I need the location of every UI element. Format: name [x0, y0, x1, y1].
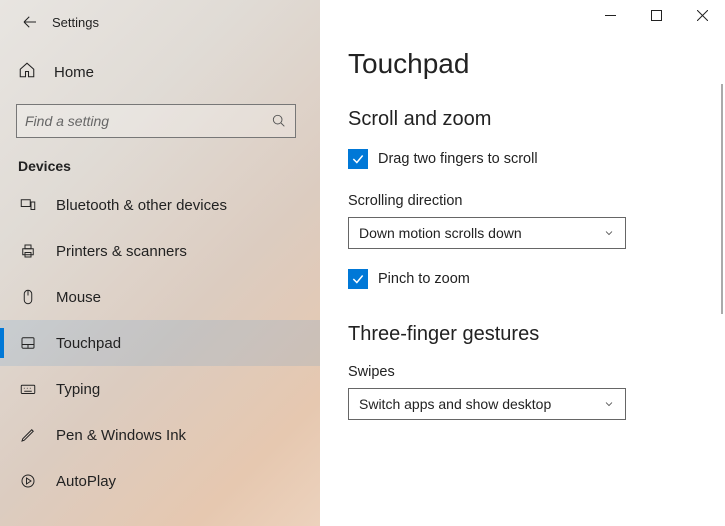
home-label: Home — [54, 64, 94, 81]
mouse-icon — [18, 287, 38, 307]
home-nav[interactable]: Home — [0, 50, 320, 94]
drag-two-fingers-checkbox[interactable]: Drag two fingers to scroll — [348, 149, 697, 169]
sidebar-item-label: Printers & scanners — [56, 243, 187, 260]
checkbox-label: Drag two fingers to scroll — [378, 151, 538, 167]
minimize-button[interactable] — [587, 0, 633, 30]
pinch-to-zoom-checkbox[interactable]: Pinch to zoom — [348, 269, 697, 289]
home-icon — [18, 61, 36, 84]
select-value: Down motion scrolls down — [359, 225, 522, 241]
devices-icon — [18, 195, 38, 215]
page-title: Touchpad — [348, 48, 697, 80]
touchpad-icon — [18, 333, 38, 353]
autoplay-icon — [18, 471, 38, 491]
sidebar-item-label: Typing — [56, 381, 100, 398]
chevron-down-icon — [603, 227, 615, 239]
section-header: Devices — [0, 138, 320, 182]
swipes-select[interactable]: Switch apps and show desktop — [348, 388, 626, 420]
arrow-left-icon — [21, 13, 39, 31]
sidebar-item-label: Mouse — [56, 289, 101, 306]
checkbox-checked-icon — [348, 269, 368, 289]
sidebar-item-label: Touchpad — [56, 335, 121, 352]
app-title: Settings — [52, 15, 99, 30]
close-button[interactable] — [679, 0, 725, 30]
scrolling-direction-select[interactable]: Down motion scrolls down — [348, 217, 626, 249]
sidebar-item-autoplay[interactable]: AutoPlay — [0, 458, 320, 504]
back-button[interactable] — [14, 6, 46, 38]
scrollbar[interactable] — [721, 84, 723, 314]
select-value: Switch apps and show desktop — [359, 396, 551, 412]
maximize-button[interactable] — [633, 0, 679, 30]
maximize-icon — [651, 10, 662, 21]
checkbox-label: Pinch to zoom — [378, 271, 470, 287]
pen-icon — [18, 425, 38, 445]
chevron-down-icon — [603, 398, 615, 410]
search-icon — [271, 113, 287, 129]
sidebar-item-mouse[interactable]: Mouse — [0, 274, 320, 320]
sidebar-item-printers[interactable]: Printers & scanners — [0, 228, 320, 274]
close-icon — [697, 10, 708, 21]
sidebar: Settings Home Devices Bluetooth & other … — [0, 0, 320, 526]
sidebar-item-bluetooth[interactable]: Bluetooth & other devices — [0, 182, 320, 228]
main-panel: Touchpad Scroll and zoom Drag two finger… — [320, 0, 725, 526]
sidebar-item-touchpad[interactable]: Touchpad — [0, 320, 320, 366]
scrolling-direction-label: Scrolling direction — [348, 193, 697, 209]
sidebar-item-pen[interactable]: Pen & Windows Ink — [0, 412, 320, 458]
sidebar-item-label: Bluetooth & other devices — [56, 197, 227, 214]
printer-icon — [18, 241, 38, 261]
minimize-icon — [605, 10, 616, 21]
window-controls — [587, 0, 725, 30]
keyboard-icon — [18, 379, 38, 399]
search-input[interactable] — [25, 113, 271, 129]
sidebar-item-label: AutoPlay — [56, 473, 116, 490]
section-three-finger-heading: Three-finger gestures — [348, 323, 697, 346]
swipes-label: Swipes — [348, 364, 697, 380]
section-scroll-zoom-heading: Scroll and zoom — [348, 108, 697, 131]
sidebar-item-label: Pen & Windows Ink — [56, 427, 186, 444]
checkbox-checked-icon — [348, 149, 368, 169]
sidebar-item-typing[interactable]: Typing — [0, 366, 320, 412]
search-box[interactable] — [16, 104, 296, 138]
